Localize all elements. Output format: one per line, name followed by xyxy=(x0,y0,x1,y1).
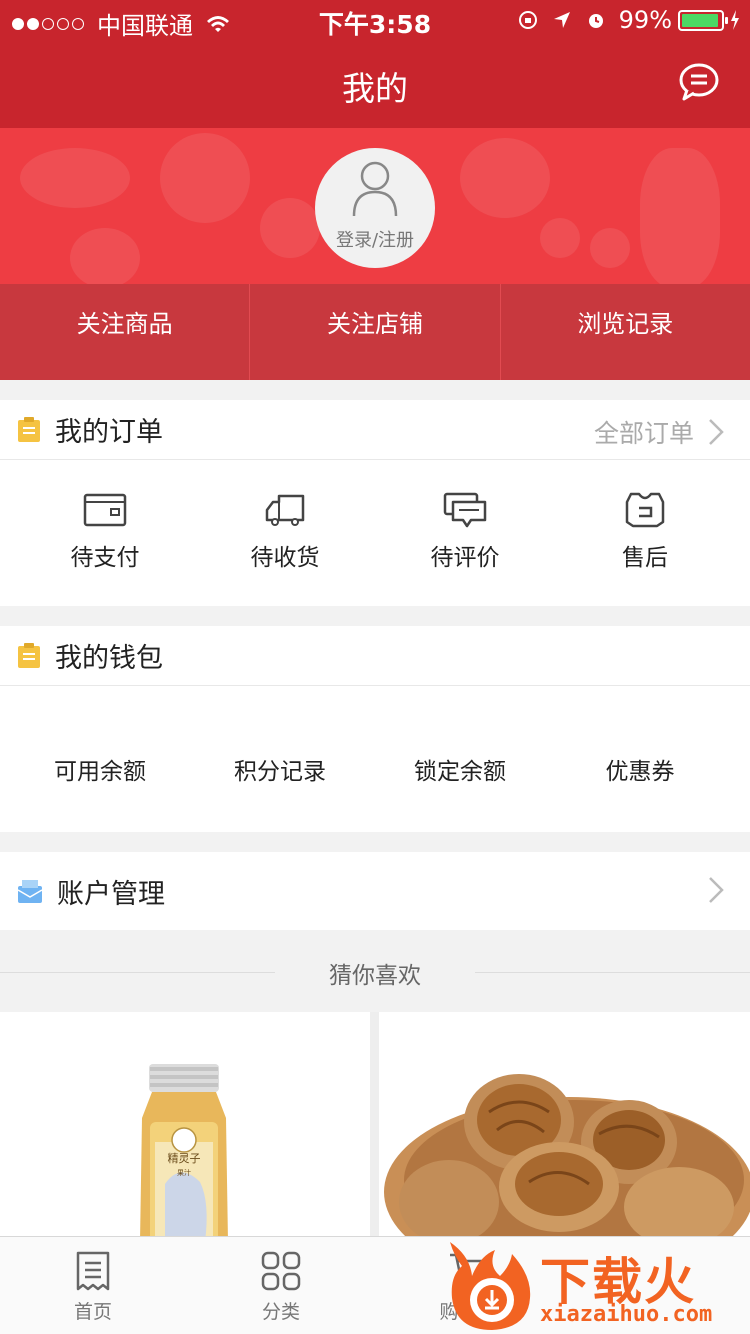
clipboard-icon xyxy=(18,416,40,442)
browse-history-button[interactable]: 浏览记录 xyxy=(501,284,750,380)
chevron-right-icon xyxy=(709,877,724,903)
orders-title: 我的订单 xyxy=(55,417,163,448)
battery-percent: 99% xyxy=(618,6,672,34)
status-bar: 中国联通 下午3:58 99% xyxy=(0,0,750,40)
order-pending-delivery-label: 待收货 xyxy=(250,545,320,571)
wallet-title: 我的钱包 xyxy=(55,643,163,674)
comment-icon xyxy=(443,492,487,528)
product-grid: 精灵子 果汁 xyxy=(0,1012,750,1242)
recommend-title: 猜你喜欢 xyxy=(329,963,421,989)
walnuts-image xyxy=(384,1074,750,1242)
orders-card: 我的订单 全部订单 待支付 待收货 待评价 售后 xyxy=(0,400,750,606)
order-after-sale[interactable]: 售后 xyxy=(555,492,735,572)
wallet-header: 我的钱包 xyxy=(0,626,750,686)
points-record-button[interactable]: 积分记录 xyxy=(190,752,370,786)
watermark-logo: 下载火 xiazaihuo.com xyxy=(440,1236,750,1334)
available-balance-button[interactable]: 可用余额 xyxy=(10,752,190,786)
clipboard-icon xyxy=(18,642,40,668)
app-header: 中国联通 下午3:58 99% 我的 xyxy=(0,0,750,128)
account-management-row[interactable]: 账户管理 xyxy=(0,852,750,930)
profile-banner: 登录/注册 xyxy=(0,128,750,284)
follow-bar: 关注商品 关注店铺 浏览记录 xyxy=(0,284,750,380)
product-card[interactable] xyxy=(379,1012,750,1242)
wallet-icon xyxy=(83,493,127,527)
juice-bottle-image: 精灵子 果汁 xyxy=(140,1064,228,1242)
product-card[interactable]: 精灵子 果汁 xyxy=(0,1012,370,1242)
home-list-icon xyxy=(76,1251,110,1291)
chevron-right-icon xyxy=(709,419,724,445)
tab-category-label: 分类 xyxy=(261,1301,300,1323)
login-register-link[interactable]: 登录/注册 xyxy=(315,226,435,252)
order-pending-review[interactable]: 待评价 xyxy=(375,492,555,572)
message-icon[interactable] xyxy=(678,62,720,102)
watermark-url: xiazaihuo.com xyxy=(540,1302,713,1327)
locked-balance-button[interactable]: 锁定余额 xyxy=(370,752,550,786)
rotation-lock-icon xyxy=(518,11,537,29)
coupons-button[interactable]: 优惠券 xyxy=(550,752,730,786)
orders-header[interactable]: 我的订单 全部订单 xyxy=(0,400,750,460)
product-sub-label: 果汁 xyxy=(177,1168,191,1177)
all-orders-label: 全部订单 xyxy=(593,419,694,448)
category-grid-icon xyxy=(261,1251,301,1291)
flame-logo-icon xyxy=(450,1242,531,1330)
charging-icon xyxy=(731,10,739,30)
order-pending-payment[interactable]: 待支付 xyxy=(15,492,195,572)
aftersale-icon xyxy=(625,492,665,528)
followed-products-button[interactable]: 关注商品 xyxy=(0,284,251,380)
order-pending-review-label: 待评价 xyxy=(430,545,500,571)
avatar[interactable]: 登录/注册 xyxy=(315,148,435,268)
battery-icon xyxy=(678,9,728,31)
page-title: 我的 xyxy=(342,69,408,108)
wallet-items-row: 可用余额 积分记录 锁定余额 优惠券 xyxy=(0,686,750,786)
order-status-row: 待支付 待收货 待评价 售后 xyxy=(0,460,750,572)
tab-home-label: 首页 xyxy=(73,1301,112,1323)
wallet-card: 我的钱包 可用余额 积分记录 锁定余额 优惠券 xyxy=(0,626,750,832)
product-brand-label: 精灵子 xyxy=(168,1152,201,1165)
followed-stores-button[interactable]: 关注店铺 xyxy=(250,284,501,380)
account-card-icon xyxy=(17,880,43,903)
order-pending-delivery[interactable]: 待收货 xyxy=(195,492,375,572)
order-pending-payment-label: 待支付 xyxy=(70,545,140,571)
recommend-divider: 猜你喜欢 xyxy=(0,932,750,1012)
location-icon xyxy=(553,12,570,28)
user-icon xyxy=(352,161,398,217)
tab-category[interactable]: 分类 xyxy=(221,1251,341,1324)
alarm-icon xyxy=(588,14,603,28)
all-orders-link[interactable]: 全部订单 xyxy=(594,414,724,450)
tab-home[interactable]: 首页 xyxy=(33,1251,153,1324)
order-after-sale-label: 售后 xyxy=(622,545,668,571)
account-title: 账户管理 xyxy=(57,878,165,910)
truck-icon xyxy=(265,494,305,526)
